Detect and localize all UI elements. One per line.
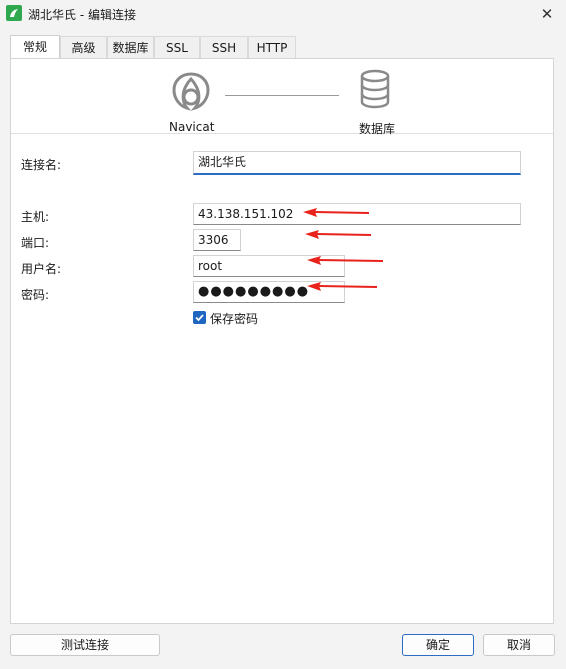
port-input[interactable]: 3306 (193, 229, 241, 251)
navicat-logo-icon (169, 69, 213, 116)
navicat-app-icon (6, 5, 22, 21)
username-label: 用户名: (21, 262, 62, 276)
general-tab-panel: Navicat 数据库 连接名: 湖北华氏 主机: 43.138.151.102… (10, 58, 554, 624)
tab-ssh[interactable]: SSH (200, 36, 248, 58)
title-bar: 湖北华氏 - 编辑连接 ✕ (0, 0, 566, 28)
tab-general[interactable]: 常规 (10, 35, 60, 59)
annotation-arrow-port (305, 230, 372, 239)
tab-databases[interactable]: 数据库 (107, 36, 154, 58)
tab-http[interactable]: HTTP (248, 36, 296, 58)
navicat-label: Navicat (169, 120, 215, 134)
connection-name-input[interactable]: 湖北华氏 (193, 151, 521, 175)
connector-line (225, 95, 339, 96)
host-label: 主机: (21, 210, 50, 224)
password-label: 密码: (21, 288, 50, 302)
test-connection-button[interactable]: 测试连接 (10, 634, 160, 656)
connection-name-label: 连接名: (21, 158, 62, 172)
window-title: 湖北华氏 - 编辑连接 (28, 8, 136, 22)
cancel-button[interactable]: 取消 (483, 634, 555, 656)
close-button[interactable]: ✕ (536, 3, 558, 25)
save-password-label: 保存密码 (210, 312, 259, 326)
tab-advanced[interactable]: 高级 (60, 36, 107, 58)
annotation-arrow-host (303, 208, 370, 217)
tab-ssl[interactable]: SSL (154, 36, 200, 58)
database-icon (357, 69, 393, 114)
connection-diagram: Navicat 数据库 (11, 59, 553, 136)
save-password-checkbox[interactable] (193, 311, 206, 324)
annotation-arrow-password (307, 282, 378, 291)
ok-button[interactable]: 确定 (402, 634, 474, 656)
database-label: 数据库 (358, 122, 395, 136)
port-label: 端口: (21, 236, 50, 250)
annotation-arrow-username (307, 256, 384, 265)
